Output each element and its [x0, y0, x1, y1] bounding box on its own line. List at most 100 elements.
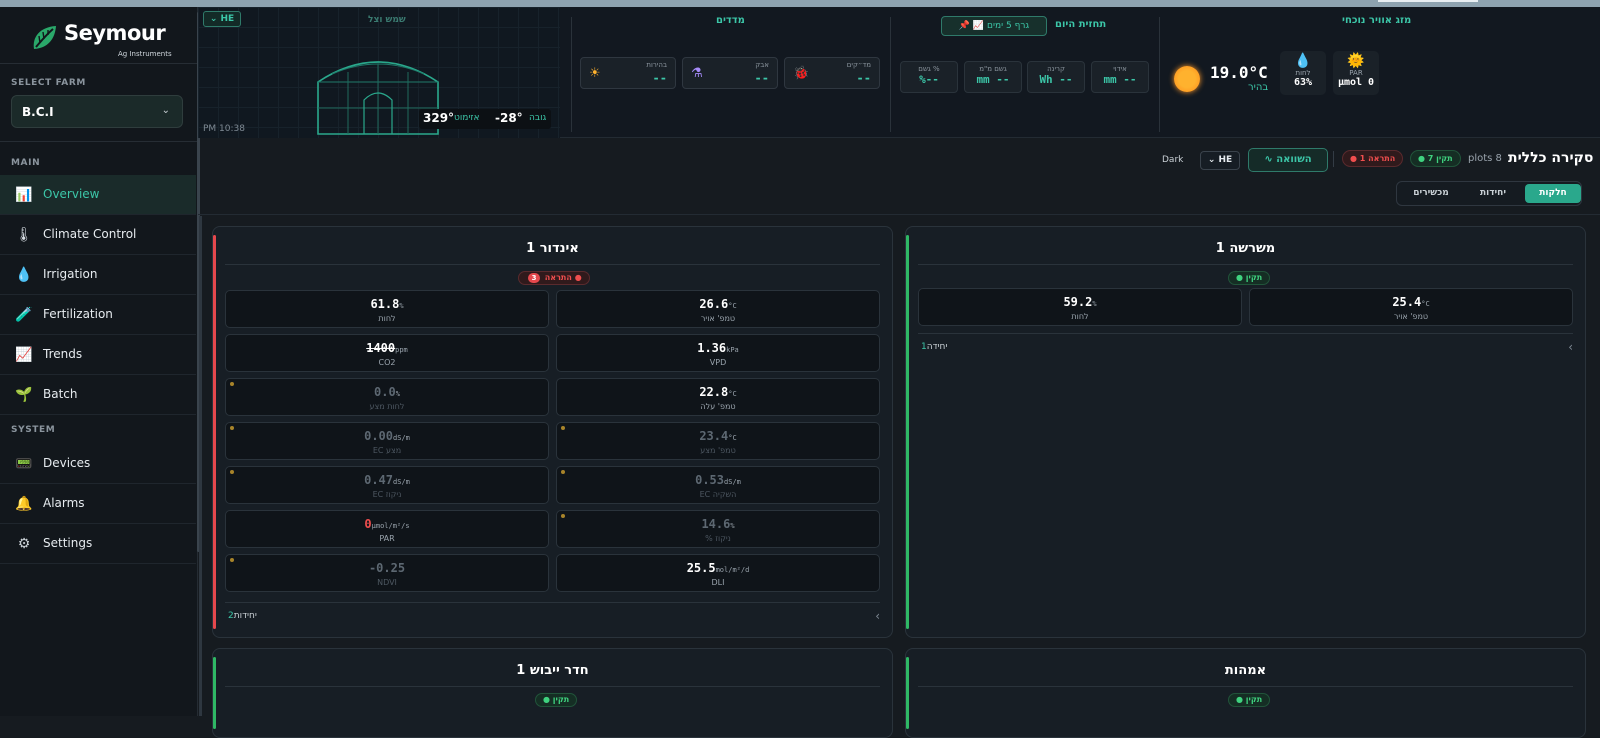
metric-unit: ppm: [395, 346, 408, 354]
page-title: סקירה כללית: [1508, 150, 1594, 166]
compare-button[interactable]: ∿ השוואה: [1248, 148, 1328, 172]
plot-card[interactable]: משרשה 1 ● תקין 25.4°C טמפ' אויר 59.2% לח…: [905, 226, 1586, 638]
status-accent-bar: [213, 235, 216, 629]
metric-unit: μmol/m²/s: [371, 522, 410, 530]
par-value: μmol 0: [1337, 77, 1375, 88]
azimuth-label: אזימוט: [454, 113, 480, 123]
divider: [0, 141, 198, 142]
chevron-left-icon[interactable]: ‹: [1568, 340, 1573, 354]
sidebar-item-label: Climate Control: [43, 227, 137, 241]
chart-icon: 📊: [15, 187, 33, 203]
plot-card[interactable]: אמהות ● תקין: [905, 648, 1586, 738]
plot-card-title: משרשה 1: [1215, 241, 1276, 256]
humidity-value: 63%: [1293, 77, 1313, 88]
sidebar: Seymour Ag Instruments SELECT FARM B.C.I…: [0, 7, 200, 716]
language-toggle[interactable]: ⌄ HE: [203, 11, 241, 27]
brand-name: Seymour: [64, 21, 166, 45]
metric-unit: %: [395, 390, 400, 398]
sidebar-item-label: Overview: [43, 187, 100, 201]
sidebar-item-trends[interactable]: 📈 Trends: [0, 335, 196, 375]
browser-top-strip: [0, 0, 1600, 7]
sidebar-item-fertilization[interactable]: 🧪 Fertilization: [0, 295, 196, 335]
sidebar-item-alarms[interactable]: 🔔 Alarms: [0, 484, 196, 524]
device-icon: 📟: [15, 456, 33, 472]
leaf-logo-icon: [33, 26, 56, 49]
divider: [918, 686, 1573, 687]
card-footer[interactable]: יחידה1 ‹: [918, 339, 1573, 357]
metric-irrigation-ec: 0.53dS/m EC השקיה: [556, 466, 880, 504]
metric-unit: °C: [1421, 300, 1430, 308]
metric-label: טמפ' אויר: [1393, 312, 1429, 321]
plot-card[interactable]: חדר ייבוש 1 ● תקין: [212, 648, 893, 738]
tab-devices[interactable]: מכשירים: [1401, 184, 1461, 203]
five-day-graph-button[interactable]: 📌 📈 גרף 5 ימים: [941, 16, 1047, 36]
meter-value: --: [856, 71, 871, 85]
metric-label: PAR: [379, 534, 395, 543]
pulse-icon: ∿: [1264, 154, 1273, 165]
plot-card-title: חדר ייבוש 1: [516, 663, 589, 678]
browser-tab[interactable]: [1378, 0, 1478, 2]
chevron-left-icon[interactable]: ‹: [875, 609, 880, 623]
card-footer[interactable]: יחידות2 ‹: [225, 608, 880, 626]
dust-icon: ⚗: [691, 66, 703, 81]
current-temperature: 19.0°C: [1210, 63, 1268, 82]
theme-toggle[interactable]: Dark: [1162, 155, 1183, 165]
divider: [198, 214, 1600, 215]
sidebar-item-settings[interactable]: ⚙ Settings: [0, 524, 196, 564]
forecast-rain-mm: גשם מ"מ mm --: [964, 61, 1022, 93]
metric-unit: °C: [728, 390, 737, 398]
plot-card[interactable]: אינדור 1 3 התראה ● 26.6°C טמפ' אויר 61.8…: [212, 226, 893, 638]
metric-unit: dS/m: [393, 478, 410, 486]
metric-value: 26.6: [699, 297, 729, 311]
metric-vpd: 1.36kPa VPD: [556, 334, 880, 372]
sidebar-item-label: Trends: [43, 347, 83, 361]
azimuth-value: 329°: [423, 111, 455, 125]
system-section-label: SYSTEM: [11, 425, 56, 435]
tab-plots[interactable]: חלקות: [1525, 184, 1581, 203]
meter-label: מד״קים: [846, 61, 871, 69]
divider: [571, 17, 572, 132]
metric-drain-ec: 0.47dS/m EC ניקוז: [225, 466, 549, 504]
sidebar-item-overview[interactable]: 📊 Overview: [0, 175, 196, 215]
metric-value: 0.47: [364, 473, 394, 487]
sidebar-item-label: Alarms: [43, 496, 85, 510]
sidebar-item-devices[interactable]: 📟 Devices: [0, 444, 196, 484]
language-select[interactable]: ⌄ HE: [1200, 151, 1240, 170]
metric-label: טמפ' עלה: [700, 402, 736, 411]
meter-value: --: [652, 71, 667, 85]
height-label: גובה: [529, 113, 547, 123]
divider: [918, 264, 1573, 265]
divider: [1159, 17, 1160, 132]
chevron-down-icon: ⌄: [161, 105, 170, 116]
metric-label: EC ניקוז: [372, 490, 402, 499]
metric-value: 0: [364, 517, 372, 531]
language-value: HE: [1218, 155, 1233, 165]
humidity-label: לחות: [1295, 69, 1311, 77]
content-scrollbar[interactable]: [199, 216, 202, 716]
metric-dli: 25.5mol/m²/d DLI: [556, 554, 880, 592]
metric-value: 59.2: [1063, 295, 1093, 309]
metric-unit: %: [399, 302, 404, 310]
forecast-box-value: mm --: [1103, 73, 1137, 86]
height-value: -28°: [495, 111, 523, 125]
metric-value: 25.4: [1392, 295, 1422, 309]
sidebar-item-batch[interactable]: 🌱 Batch: [0, 375, 196, 415]
weather-condition: בהיר: [1248, 82, 1269, 93]
metric-value: 14.6: [701, 517, 731, 531]
sidebar-item-climate-control[interactable]: 🌡 Climate Control: [0, 215, 196, 255]
metric-unit: kPa: [726, 346, 739, 354]
metric-label: EC השקיה: [699, 490, 737, 499]
warning-status-pill[interactable]: ● 1 התראה: [1342, 150, 1404, 167]
forecast-box-value: Wh --: [1039, 73, 1073, 86]
footer-label: יחידות: [233, 611, 257, 621]
seymour-logo[interactable]: Seymour Ag Instruments: [30, 19, 190, 65]
sidebar-item-irrigation[interactable]: 💧 Irrigation: [0, 255, 196, 295]
metric-unit: °C: [728, 302, 737, 310]
ok-status-pill[interactable]: ● 7 תקין: [1410, 150, 1461, 167]
metric-unit: mol/m²/d: [715, 566, 750, 574]
farm-select[interactable]: B.C.I ⌄: [11, 95, 183, 128]
metric-par: 0μmol/m²/s PAR: [225, 510, 549, 548]
tab-units[interactable]: יחידות: [1463, 184, 1523, 203]
forecast-radiation: קרינה Wh --: [1027, 61, 1085, 93]
metric-air-temp: 26.6°C טמפ' אויר: [556, 290, 880, 328]
